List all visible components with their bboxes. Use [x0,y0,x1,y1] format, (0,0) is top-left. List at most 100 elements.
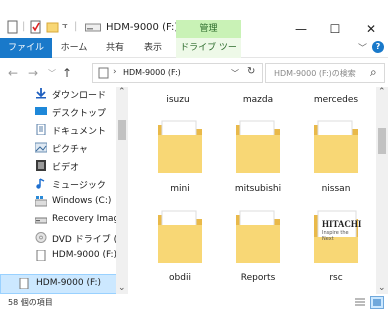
back-button[interactable]: ← [8,66,18,80]
folder-icon[interactable] [156,117,204,175]
navigation-pane: ダウンロード デスクトップ ドキュメント ピクチャ ビデオ ミュージック Win… [0,87,128,294]
folder-icon[interactable] [234,207,282,265]
desktop-icon [35,107,47,115]
file-label[interactable]: rsc [306,273,366,283]
file-explorer-window: | ⫟ | HDM-9000 (F:) 管理 — ☐ ✕ ファイル ホーム 共有… [0,0,388,311]
file-list: isuzu mazda mercedes mini mitsubishi nis… [128,87,376,294]
main-scroll-up-icon[interactable]: ⌃ [378,87,386,97]
file-label[interactable]: mazda [228,95,288,105]
context-tab-label: 管理 [199,24,218,34]
thumbnail-subtext: Inspire the Next [322,230,349,242]
sidebar-item-label: HDM-9000 (F:) [36,278,102,288]
sidebar-scroll-down-icon[interactable]: ⌄ [118,283,126,293]
item-count: 58 個の項目 [8,298,53,307]
sidebar-item-dvd-e[interactable]: DVD ドライブ (E:) I [0,229,128,247]
documents-icon [36,124,46,135]
sidebar-item-label: デスクトップ [52,109,107,119]
document-icon[interactable] [6,20,19,34]
dvd-icon [35,232,47,243]
drive-icon [19,278,29,289]
properties-icon[interactable] [29,20,42,34]
sidebar-item-label: ミュージック [52,181,106,191]
sidebar-item-documents[interactable]: ドキュメント [0,121,118,139]
sidebar-scroll-up-icon[interactable]: ⌃ [118,87,126,97]
sidebar-scroll-thumb[interactable] [118,120,126,140]
folder-icon[interactable] [156,207,204,265]
sidebar-item-downloads[interactable]: ダウンロード [0,87,118,103]
folder-icon[interactable] [312,117,360,175]
minimize-button[interactable]: — [284,20,318,38]
address-bar[interactable]: › HDM-9000 (F:) ﹀ ↻ [92,63,263,83]
help-icon[interactable]: ? [372,41,384,53]
sidebar-item-label: ダウンロード [52,91,107,101]
context-tab-header: 管理 [176,20,241,38]
main-scroll-down-icon[interactable]: ⌄ [378,283,386,293]
sidebar-item-desktop[interactable]: デスクトップ [0,103,118,121]
up-button[interactable]: ↑ [62,66,72,80]
title-bar: | ⫟ | HDM-9000 (F:) 管理 — ☐ ✕ [0,0,388,38]
drive-icon [35,217,47,224]
navigation-bar: ← → ﹀ ↑ › HDM-9000 (F:) ﹀ ↻ HDM-9000 (F:… [0,59,388,87]
forward-button[interactable]: → [28,66,38,80]
sidebar-item-music[interactable]: ミュージック [0,175,118,193]
maximize-button[interactable]: ☐ [318,20,352,38]
sidebar-item-label: HDM-9000 (F:) [52,250,118,260]
sidebar-item-pictures[interactable]: ピクチャ [0,139,118,157]
sidebar-item-label: ドキュメント [52,127,107,137]
new-folder-icon[interactable] [46,20,59,34]
search-icon[interactable]: ⌕ [370,65,377,80]
file-label[interactable]: nissan [306,184,366,194]
thumbnail-text: HITACHI [322,219,362,229]
sidebar-scrollbar[interactable] [116,87,128,294]
sidebar-item-recovery[interactable]: Recovery Image [0,211,125,229]
music-icon [36,178,45,189]
close-button[interactable]: ✕ [354,20,388,38]
sidebar-item-label: ピクチャ [52,145,88,155]
address-dropdown-icon[interactable]: ﹀ [231,68,239,79]
sidebar-item-label: Recovery Image [52,214,125,224]
refresh-button[interactable]: ↻ [247,66,255,77]
sidebar-item-hdm-9000-selected[interactable]: HDM-9000 (F:) [0,274,118,294]
file-label[interactable]: mitsubishi [228,184,288,194]
download-icon [36,88,46,99]
tab-view[interactable]: 表示 [136,38,170,58]
qa-separator: | [22,21,26,32]
main-scrollbar[interactable] [376,87,388,294]
search-input[interactable]: HDM-9000 (F:)の検索 ⌕ [265,63,385,83]
sidebar-item-hdm-9000[interactable]: HDM-9000 (F:) [0,247,118,265]
folder-with-thumbnail[interactable]: HITACHI Inspire the Next [312,207,362,265]
folder-icon[interactable] [234,117,282,175]
qa-dropdown-icon[interactable]: ⫟ [62,20,68,31]
tab-share[interactable]: 共有 [98,38,132,58]
ribbon-tabs: ファイル ホーム 共有 表示 ドライブ ツール ﹀ ? [0,38,388,73]
pictures-icon [35,142,47,153]
sidebar-item-label: Windows (C:) [52,196,112,206]
drive-icon [98,67,109,79]
sidebar-item-label: ビデオ [52,163,80,173]
file-label[interactable]: obdii [150,273,210,283]
large-icons-view-icon[interactable] [370,296,384,309]
windows-drive-icon [35,196,47,207]
tab-file[interactable]: ファイル [0,38,52,58]
tab-home[interactable]: ホーム [56,38,92,58]
drive-icon [85,23,101,32]
file-label[interactable]: mercedes [306,95,366,105]
search-placeholder: HDM-9000 (F:)の検索 [274,69,356,78]
sidebar-item-videos[interactable]: ビデオ [0,157,118,175]
recent-locations-icon[interactable]: ﹀ [48,68,56,79]
breadcrumb[interactable]: HDM-9000 (F:) [123,68,181,77]
file-label[interactable]: isuzu [148,95,208,105]
file-label[interactable]: Reports [228,273,288,283]
ribbon-collapse-icon[interactable]: ﹀ [358,41,367,54]
file-label[interactable]: mini [150,184,210,194]
video-icon [36,160,46,171]
details-view-icon[interactable] [354,297,366,308]
qa-separator: | [74,21,78,32]
status-bar: 58 個の項目 [0,294,388,311]
sidebar-item-windows-c[interactable]: Windows (C:) [0,193,118,211]
tab-drive-tools[interactable]: ドライブ ツール [176,38,241,73]
window-title: HDM-9000 (F:) [106,22,179,33]
breadcrumb-separator: › [113,67,117,77]
main-scroll-thumb[interactable] [378,128,386,154]
drive-icon [36,250,46,261]
